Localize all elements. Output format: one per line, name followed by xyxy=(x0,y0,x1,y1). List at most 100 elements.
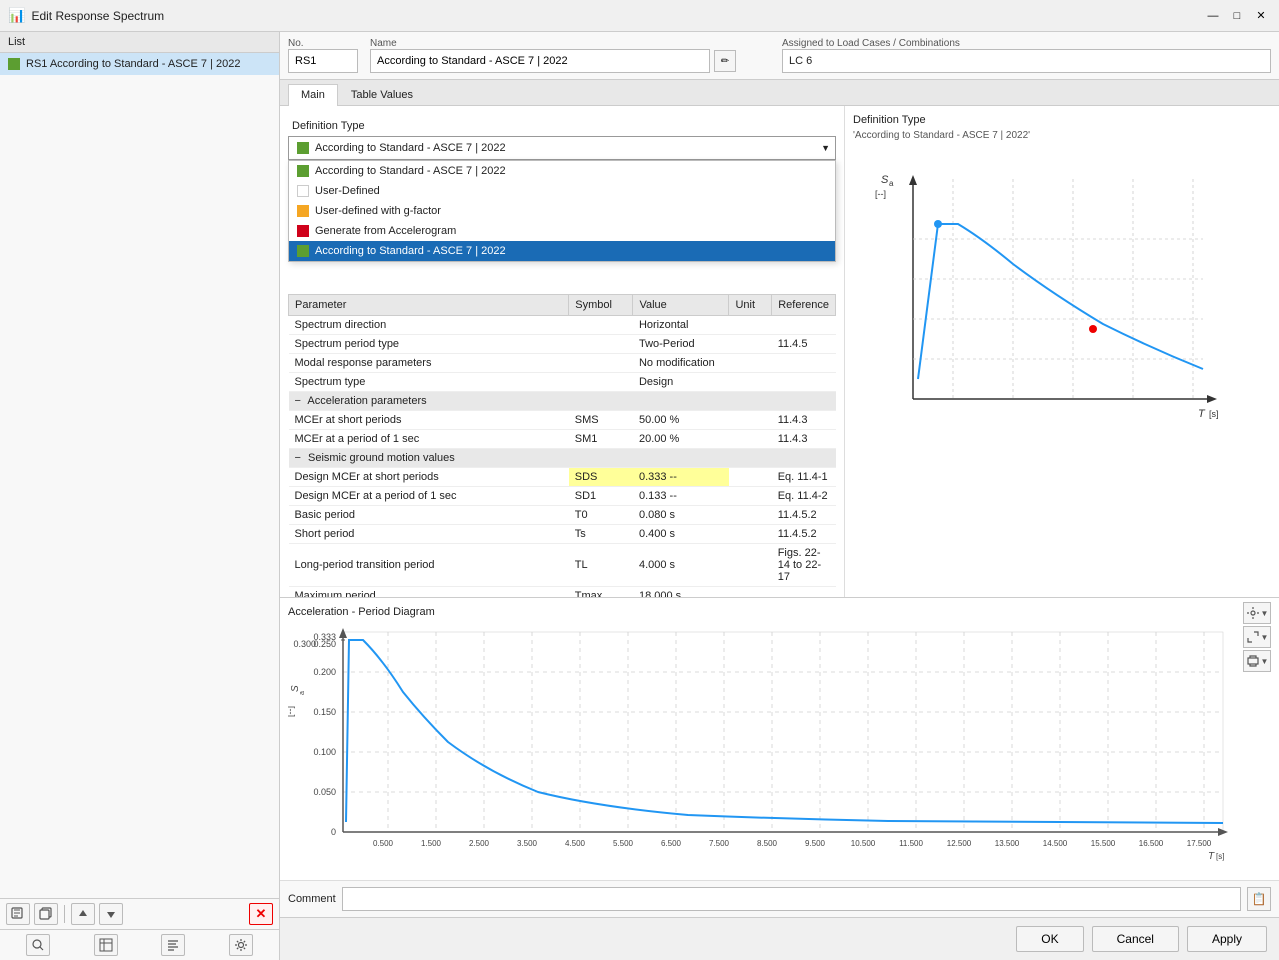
table-row: Modal response parameters No modificatio… xyxy=(289,354,836,373)
option-according-std-2[interactable]: According to Standard - ASCE 7 | 2022 xyxy=(289,241,835,261)
cell-val-0-3: Design xyxy=(633,373,729,392)
no-label: No. xyxy=(288,38,358,49)
svg-text:5.500: 5.500 xyxy=(613,839,634,848)
sidebar-icon-btn2[interactable] xyxy=(94,934,118,956)
table-row: Long-period transition period TL 4.000 s… xyxy=(289,544,836,587)
cell-param-2-0: Design MCEr at short periods xyxy=(289,468,569,487)
cell-val-0-1: Two-Period xyxy=(633,335,729,354)
move-up-icon xyxy=(76,907,90,921)
big-chart-container: Acceleration - Period Diagram ▼ ▼ xyxy=(280,598,1279,881)
sidebar-list: RS1 According to Standard - ASCE 7 | 202… xyxy=(0,53,279,898)
svg-text:6.500: 6.500 xyxy=(661,839,682,848)
cell-unit-1-0 xyxy=(729,411,772,430)
window-title: Edit Response Spectrum xyxy=(31,9,164,23)
form-panel: Definition Type According to Standard - … xyxy=(280,106,845,597)
sidebar-icon-btn4[interactable] xyxy=(229,934,253,956)
cell-unit-0-0 xyxy=(729,316,772,335)
tab-bar: Main Table Values xyxy=(280,80,1279,106)
option-generate-accel[interactable]: Generate from Accelerogram xyxy=(289,221,835,241)
col-header-sym: Symbol xyxy=(569,295,633,316)
minimize-button[interactable]: — xyxy=(1203,7,1223,25)
mini-diagram-subtitle: 'According to Standard - ASCE 7 | 2022' xyxy=(853,130,1271,141)
add-icon xyxy=(11,907,25,921)
name-edit-button[interactable]: ✏ xyxy=(714,50,736,72)
cell-param-1-0: MCEr at short periods xyxy=(289,411,569,430)
svg-text:2.500: 2.500 xyxy=(469,839,490,848)
sidebar-icon-btn3[interactable] xyxy=(161,934,185,956)
close-button[interactable]: ✕ xyxy=(1251,7,1271,25)
text-icon xyxy=(166,938,180,952)
cell-param-0-3: Spectrum type xyxy=(289,373,569,392)
sidebar-copy-btn[interactable] xyxy=(34,903,58,925)
sidebar-add-btn[interactable] xyxy=(6,903,30,925)
sidebar-bottom-toolbar xyxy=(0,929,279,960)
mini-spectrum-svg: S a [--] T [s] xyxy=(853,159,1233,439)
assigned-value: LC 6 xyxy=(782,49,1271,73)
def-type-select[interactable]: According to Standard - ASCE 7 | 2022 xyxy=(288,136,836,160)
chart-zoom-icon xyxy=(1246,630,1260,644)
svg-text:7.500: 7.500 xyxy=(709,839,730,848)
svg-text:0.050: 0.050 xyxy=(313,787,336,797)
option-color-1 xyxy=(297,165,309,177)
cell-ref-0-3 xyxy=(772,373,836,392)
option-user-defined-g[interactable]: User-defined with g-factor xyxy=(289,201,835,221)
maximize-button[interactable]: □ xyxy=(1227,7,1247,25)
name-input[interactable] xyxy=(370,49,710,73)
chart-toolbar: ▼ ▼ ▼ xyxy=(1243,602,1271,672)
sidebar: List RS1 According to Standard - ASCE 7 … xyxy=(0,32,280,960)
sidebar-move-down-btn[interactable] xyxy=(99,903,123,925)
tab-main[interactable]: Main xyxy=(288,84,338,106)
def-type-label: Definition Type xyxy=(288,114,836,136)
chart-tb-zoom[interactable]: ▼ xyxy=(1243,626,1271,648)
cell-unit-2-0 xyxy=(729,468,772,487)
chart-tb-settings[interactable]: ▼ xyxy=(1243,602,1271,624)
chart-tb-print[interactable]: ▼ xyxy=(1243,650,1271,672)
sidebar-delete-btn[interactable]: ✕ xyxy=(249,903,273,925)
params-table: Parameter Symbol Value Unit Reference Sp… xyxy=(288,294,836,597)
info-bar: No. Name ✏ Assigned to Load Cases / Comb… xyxy=(280,32,1279,80)
cell-val-2-5: 18.000 s xyxy=(633,587,729,598)
chart-settings-icon xyxy=(1246,606,1260,620)
cell-param-0-0: Spectrum direction xyxy=(289,316,569,335)
tab-table-values[interactable]: Table Values xyxy=(338,84,426,105)
sidebar-item-icon xyxy=(8,58,20,70)
cell-ref-1-1: 11.4.3 xyxy=(772,430,836,449)
cell-unit-2-1 xyxy=(729,487,772,506)
section-header-row-seismic[interactable]: − Seismic ground motion values xyxy=(289,449,836,468)
option-color-2 xyxy=(297,185,309,197)
cancel-button[interactable]: Cancel xyxy=(1092,926,1179,952)
no-group: No. xyxy=(288,38,358,73)
comment-area: Comment 📋 xyxy=(280,881,1279,917)
sidebar-icon-btn1[interactable] xyxy=(26,934,50,956)
sidebar-move-up-btn[interactable] xyxy=(71,903,95,925)
cell-val-2-2: 0.080 s xyxy=(633,506,729,525)
section-header-row-accel[interactable]: − Acceleration parameters xyxy=(289,392,836,411)
svg-text:T: T xyxy=(1198,408,1206,420)
name-group: Name ✏ xyxy=(370,38,770,73)
copy-icon xyxy=(39,907,53,921)
sidebar-item-rs1[interactable]: RS1 According to Standard - ASCE 7 | 202… xyxy=(0,53,279,75)
comment-btn[interactable]: 📋 xyxy=(1247,887,1271,911)
search-icon xyxy=(31,938,45,952)
cell-val-0-2: No modification xyxy=(633,354,729,373)
svg-text:S: S xyxy=(881,174,889,186)
col-header-val: Value xyxy=(633,295,729,316)
svg-text:13.500: 13.500 xyxy=(995,839,1020,848)
svg-text:S: S xyxy=(290,685,301,692)
comment-btn-icon: 📋 xyxy=(1252,892,1267,906)
cell-val-2-3: 0.400 s xyxy=(633,525,729,544)
main-layout: List RS1 According to Standard - ASCE 7 … xyxy=(0,32,1279,960)
cell-val-2-4: 4.000 s xyxy=(633,544,729,587)
table-row: Spectrum direction Horizontal xyxy=(289,316,836,335)
no-input[interactable] xyxy=(288,49,358,73)
big-chart-svg: S a [--] 0 0.050 0.100 0.150 0.200 xyxy=(288,622,1228,872)
apply-button[interactable]: Apply xyxy=(1187,926,1267,952)
svg-text:[--]: [--] xyxy=(288,706,295,717)
option-according-std[interactable]: According to Standard - ASCE 7 | 2022 xyxy=(289,161,835,181)
svg-text:9.500: 9.500 xyxy=(805,839,826,848)
comment-input[interactable] xyxy=(342,887,1241,911)
option-user-defined[interactable]: User-Defined xyxy=(289,181,835,201)
ok-button[interactable]: OK xyxy=(1016,926,1083,952)
cell-param-2-3: Short period xyxy=(289,525,569,544)
svg-text:[s]: [s] xyxy=(1209,409,1219,419)
